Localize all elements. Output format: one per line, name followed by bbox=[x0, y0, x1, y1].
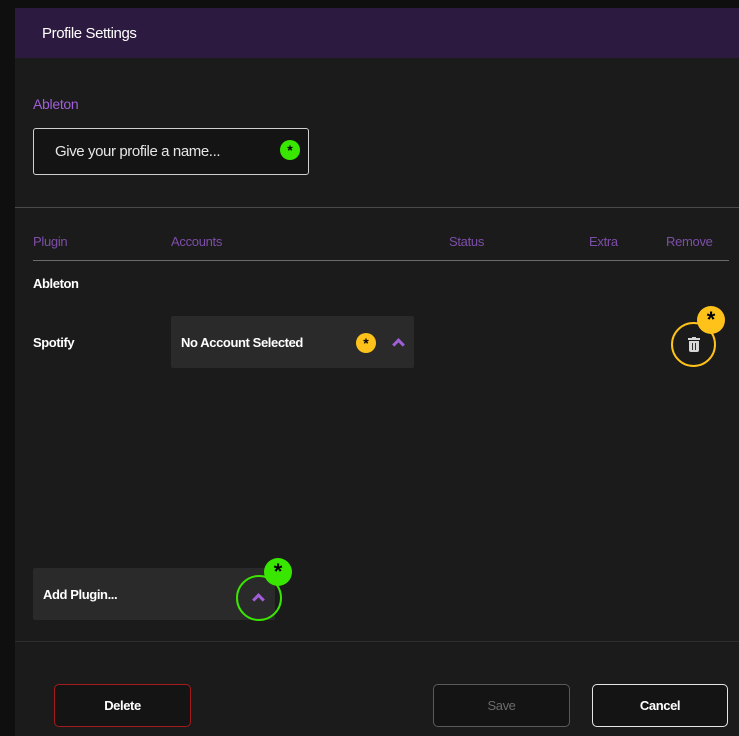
plugin-name: Spotify bbox=[33, 335, 75, 350]
account-dropdown-value: No Account Selected bbox=[181, 335, 303, 350]
annotation-marker-green: * bbox=[280, 140, 300, 160]
divider bbox=[15, 207, 739, 208]
chevron-up-icon[interactable] bbox=[252, 593, 265, 606]
window-frame: Profile Settings Ableton * Plugin Accoun… bbox=[0, 0, 739, 736]
profile-name-field[interactable] bbox=[33, 128, 309, 175]
trash-icon[interactable] bbox=[687, 337, 700, 352]
annotation-marker-yellow: * bbox=[697, 306, 725, 334]
cancel-button[interactable]: Cancel bbox=[592, 684, 728, 727]
column-header-plugin: Plugin bbox=[33, 234, 68, 249]
plugin-group-label: Ableton bbox=[33, 276, 79, 291]
profile-name-input[interactable] bbox=[55, 143, 265, 160]
column-header-extra: Extra bbox=[589, 234, 618, 249]
save-button[interactable]: Save bbox=[433, 684, 570, 727]
column-header-remove: Remove bbox=[666, 234, 713, 249]
annotation-marker-yellow: * bbox=[356, 333, 376, 353]
column-header-accounts: Accounts bbox=[171, 234, 223, 249]
account-dropdown[interactable]: No Account Selected * bbox=[171, 316, 414, 368]
dialog-title: Profile Settings bbox=[42, 25, 137, 42]
column-header-status: Status bbox=[449, 234, 485, 249]
profile-section-label: Ableton bbox=[33, 96, 79, 112]
chevron-up-icon[interactable] bbox=[392, 338, 405, 351]
delete-button[interactable]: Delete bbox=[54, 684, 191, 727]
footer-divider bbox=[15, 641, 739, 642]
add-plugin-label: Add Plugin... bbox=[43, 587, 118, 602]
title-bar: Profile Settings bbox=[15, 8, 739, 58]
table-header-divider bbox=[33, 260, 729, 261]
profile-settings-dialog: Profile Settings Ableton * Plugin Accoun… bbox=[15, 8, 739, 736]
annotation-marker-green: * bbox=[264, 558, 292, 586]
